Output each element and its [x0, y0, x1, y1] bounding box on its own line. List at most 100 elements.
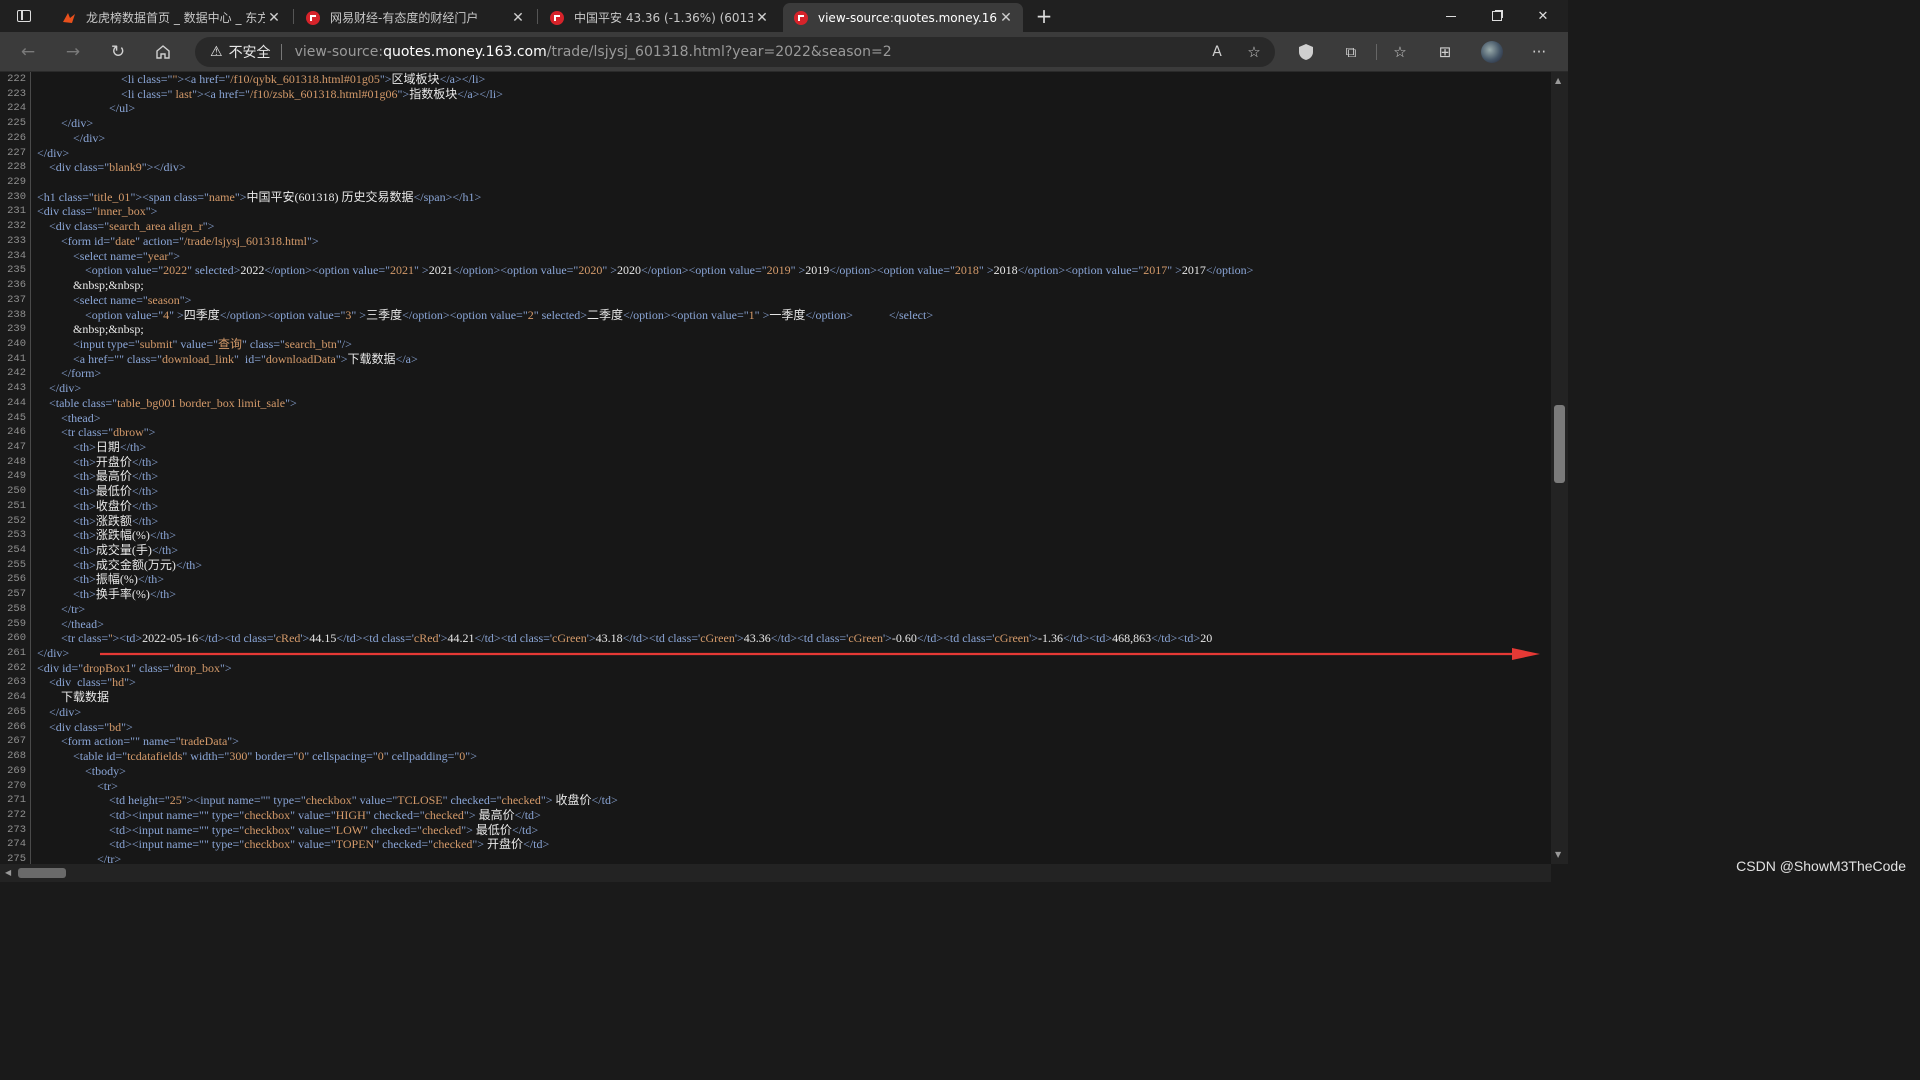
line-number: 261	[7, 647, 26, 660]
source-line: <div class="hd">	[37, 675, 1551, 690]
url-path: /trade/lsjysj_601318.html?year=2022&seas…	[546, 44, 892, 60]
attribute-value: search_btn	[284, 336, 337, 351]
attribute-value: download_link	[161, 351, 234, 366]
source-line: <li class=""><a href="/f10/qybk_601318.h…	[37, 72, 1551, 87]
markup-token: </span></h1>	[413, 189, 482, 204]
close-tab-icon[interactable]: ✕	[753, 10, 771, 26]
line-number: 260	[7, 632, 26, 645]
text-token: 指数板块	[409, 86, 458, 101]
source-line: <th>换手率(%)</th>	[37, 587, 1551, 602]
text-token: 2022-05-16	[142, 631, 199, 646]
markup-token: <thead>	[61, 410, 101, 425]
close-window-button[interactable]: ✕	[1520, 0, 1566, 32]
markup-token: <th>	[73, 484, 96, 499]
markup-token: </ul>	[109, 101, 136, 116]
back-button[interactable]: ←	[15, 40, 41, 64]
favorites-button[interactable]: ☆	[1388, 40, 1412, 64]
text-token: 区域板块	[391, 72, 440, 86]
scroll-down-icon[interactable]: ▼	[1555, 850, 1561, 859]
source-line: <td><input name="" type="checkbox" value…	[37, 837, 1551, 852]
markup-token: </td><td class='	[336, 631, 414, 646]
close-tab-icon[interactable]: ✕	[509, 10, 527, 26]
source-line: <div class="inner_box">	[37, 204, 1551, 219]
line-number: 234	[7, 249, 26, 262]
profile-button[interactable]	[1480, 40, 1504, 64]
scroll-up-icon[interactable]: ▲	[1555, 76, 1561, 85]
forward-button[interactable]: →	[60, 40, 86, 64]
attribute-value: cGreen	[994, 631, 1030, 646]
markup-token: " >	[169, 307, 184, 322]
attribute-value: date	[115, 233, 136, 248]
minimize-button[interactable]	[1428, 0, 1474, 32]
close-tab-icon[interactable]: ✕	[265, 10, 283, 26]
markup-token: </th>	[131, 469, 159, 484]
markup-token: </td>	[511, 822, 539, 837]
line-number: 250	[7, 485, 26, 498]
menu-button[interactable]: ···	[1527, 40, 1551, 64]
horizontal-scroll-thumb[interactable]	[18, 868, 66, 878]
line-number: 258	[7, 602, 26, 615]
security-label[interactable]: 不安全	[229, 42, 271, 62]
tab-actions-button[interactable]	[0, 0, 48, 32]
markup-token: <h1 class="	[37, 189, 94, 204]
refresh-button[interactable]: ↻	[105, 40, 131, 64]
scroll-left-icon[interactable]: ◀	[5, 868, 11, 877]
markup-token: '>	[734, 631, 744, 646]
source-line: <th>日期</th>	[37, 440, 1551, 455]
favorite-button[interactable]: ☆	[1242, 40, 1266, 64]
tab-pingan-quote[interactable]: 中国平安 43.36 (-1.36%) (601318 ✕	[539, 3, 779, 32]
markup-token: " cellpadding="	[383, 749, 460, 764]
source-line: </div>	[37, 705, 1551, 720]
line-number: 224	[7, 102, 26, 115]
markup-token: "><a href="	[192, 86, 250, 101]
attribute-value: 25	[169, 793, 182, 808]
markup-token: </option><option value="	[641, 263, 767, 278]
home-button[interactable]	[150, 40, 176, 64]
tab-view-source[interactable]: view-source:quotes.money.163.c ✕	[783, 3, 1023, 32]
new-tab-button[interactable]: +	[1030, 0, 1058, 32]
line-number: 273	[7, 823, 26, 836]
attribute-value: 2022	[163, 263, 188, 278]
markup-token: " border="	[247, 749, 299, 764]
address-bar[interactable]: ⚠ 不安全 view-source: quotes.money.163.com/t…	[195, 37, 1275, 67]
tab-longhubang[interactable]: 龙虎榜数据首页 _ 数据中心 _ 东方 ✕	[51, 3, 291, 32]
close-tab-icon[interactable]: ✕	[997, 10, 1015, 26]
markup-token: </thead>	[61, 616, 104, 631]
tab-netease-finance[interactable]: 网易财经-有态度的财经门户 ✕	[295, 3, 535, 32]
source-line: <table id="tcdatafields" width="300" bor…	[37, 749, 1551, 764]
source-line: &nbsp;&nbsp;	[37, 322, 1551, 337]
netease-logo-icon	[305, 10, 321, 26]
source-line: <tr class=''><td>2022-05-16</td><td clas…	[37, 631, 1551, 646]
vertical-scroll-thumb[interactable]	[1554, 405, 1565, 483]
extensions-button[interactable]: ⧉	[1339, 40, 1363, 64]
markup-token: ">	[168, 248, 181, 263]
vertical-scrollbar[interactable]: ▲ ▼	[1551, 72, 1568, 864]
markup-token: ">	[379, 72, 392, 86]
markup-token: </td><td class='	[770, 631, 849, 646]
source-line: <td><input name="" type="checkbox" value…	[37, 808, 1551, 823]
read-aloud-button[interactable]: A	[1205, 40, 1229, 64]
source-line: <th>最高价</th>	[37, 469, 1551, 484]
attribute-value: name	[208, 189, 235, 204]
text-token: 最低价	[95, 484, 132, 499]
text-token: 43.36	[743, 631, 771, 646]
source-line	[37, 175, 1551, 190]
extension-button[interactable]	[1294, 40, 1318, 64]
markup-token: <table class="	[49, 395, 118, 410]
restore-button[interactable]	[1474, 0, 1520, 32]
attribute-value: 2018	[954, 263, 979, 278]
source-line: <div class="blank9"></div>	[37, 160, 1551, 175]
warning-icon[interactable]: ⚠	[210, 44, 223, 60]
text-token: 468,863	[1112, 631, 1152, 646]
horizontal-scrollbar[interactable]: ◀	[0, 864, 1551, 882]
markup-token: ">	[234, 189, 247, 204]
collections-button[interactable]: ⊞	[1433, 40, 1457, 64]
